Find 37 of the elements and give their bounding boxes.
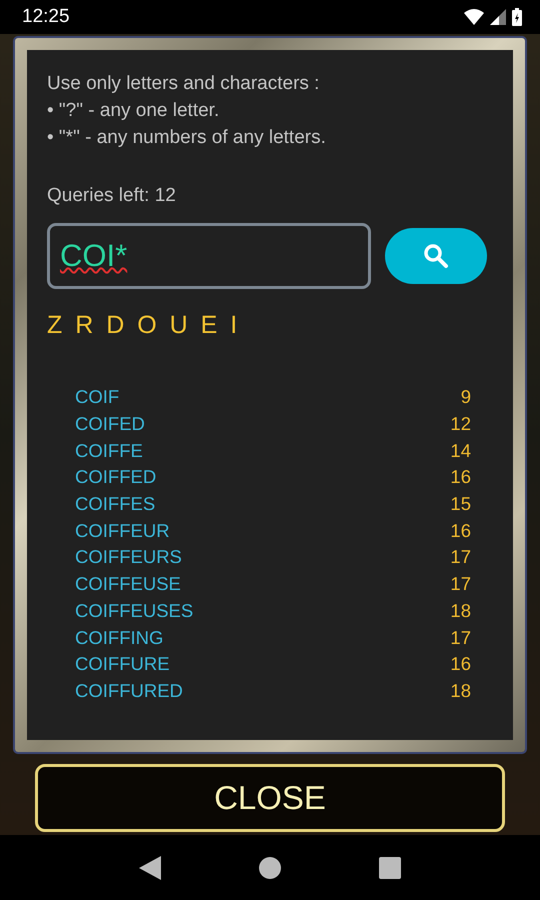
wifi-icon: [464, 9, 484, 25]
result-score: 18: [450, 600, 471, 622]
result-score: 16: [450, 653, 471, 676]
result-score: 17: [450, 626, 471, 649]
letters-label: Z R D O U E I: [47, 311, 242, 340]
result-word[interactable]: COIFFEUSES: [75, 600, 194, 622]
search-field[interactable]: COI*: [47, 223, 371, 289]
home-icon[interactable]: [259, 856, 281, 878]
result-word[interactable]: COIF: [75, 386, 120, 408]
clock: 12:25: [22, 6, 70, 28]
search-icon: [423, 243, 449, 269]
result-word[interactable]: COIFFING: [75, 626, 164, 649]
result-word[interactable]: COIFFURED: [75, 680, 183, 702]
queries-left-label: Queries left: 12: [47, 185, 177, 207]
result-word[interactable]: COIFFURE: [75, 653, 170, 676]
result-score: 15: [450, 493, 471, 516]
result-score: 16: [450, 520, 471, 542]
close-button[interactable]: CLOSE: [35, 764, 505, 832]
result-score: 18: [450, 680, 471, 702]
result-score: 17: [450, 546, 471, 568]
result-word[interactable]: COIFFES: [75, 493, 156, 516]
recents-icon[interactable]: [379, 856, 401, 878]
result-score: 17: [450, 573, 471, 596]
result-word[interactable]: COIFFEUR: [75, 520, 170, 542]
result-word[interactable]: COIFFEUSE: [75, 573, 181, 596]
back-icon[interactable]: [139, 856, 161, 880]
result-score: 16: [450, 466, 471, 488]
result-word[interactable]: COIFFEURS: [75, 546, 182, 568]
battery-icon: [512, 8, 522, 26]
result-word[interactable]: COIFED: [75, 413, 145, 436]
result-score: 9: [460, 386, 471, 408]
signal-icon: [490, 9, 506, 25]
result-word[interactable]: COIFFED: [75, 466, 156, 488]
result-score: 14: [450, 440, 471, 462]
result-word[interactable]: COIFFE: [75, 440, 143, 462]
instructions-text: Use only letters and characters : • "?" - any one letter. • "*" - any numbers of any letters.: [47, 72, 327, 150]
result-score: 12: [450, 413, 471, 436]
